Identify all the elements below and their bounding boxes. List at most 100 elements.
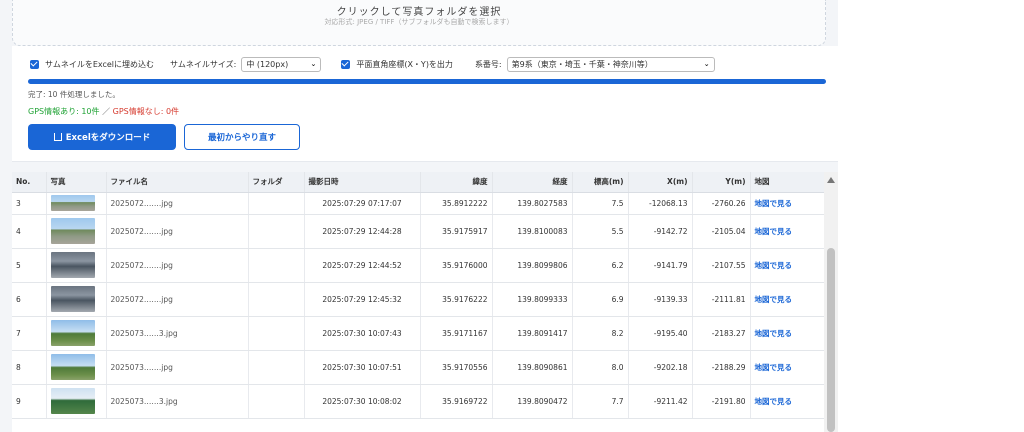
cell-x: -9142.72	[628, 214, 693, 249]
header-y[interactable]: Y(m)	[692, 172, 751, 193]
folder-drop-zone[interactable]: クリックして写真フォルダを選択 対応形式: JPEG / TIFF（サブフォルダ…	[12, 0, 826, 46]
photo-thumbnail[interactable]	[50, 195, 95, 211]
download-excel-button[interactable]: Excelをダウンロード	[28, 124, 176, 150]
cell-no: 4	[12, 214, 47, 249]
cell-no: 7	[12, 316, 47, 351]
cell-altitude: 5.5	[572, 214, 629, 249]
cell-date: 2025:07:30 10:08:02	[304, 384, 421, 419]
cell-y: -2760.26	[692, 192, 751, 215]
cell-x: -9202.18	[628, 350, 693, 385]
chevron-down-icon: ⌄	[703, 60, 710, 68]
cell-filename: 2025073……3.jpg	[106, 384, 249, 419]
cell-folder	[248, 282, 305, 317]
system-number-value: 第9系（東京・埼玉・千葉・神奈川等）	[511, 59, 653, 69]
cell-latitude: 35.9176000	[420, 248, 493, 283]
cell-y: -2107.55	[692, 248, 751, 283]
drop-zone-title: クリックして写真フォルダを選択	[336, 7, 502, 18]
photo-thumbnail[interactable]	[50, 286, 95, 312]
header-map[interactable]: 地図	[750, 172, 824, 193]
cell-date: 2025:07:30 10:07:43	[304, 316, 421, 351]
cell-x: -9141.79	[628, 248, 693, 283]
map-link[interactable]: 地図で見る	[750, 192, 824, 215]
results-table: No. 写真 ファイル名 フォルダ 撮影日時 緯度 経度 標高(m) X(m) …	[12, 172, 824, 419]
cell-folder	[248, 384, 305, 419]
cell-y: -2111.81	[692, 282, 751, 317]
thumbnail-size-select[interactable]: 中 (120px) ⌄	[241, 56, 322, 72]
cell-altitude: 6.2	[572, 248, 629, 283]
cell-photo	[46, 350, 107, 385]
embed-thumbnail-label: サムネイルをExcelに埋め込む	[45, 59, 155, 69]
header-x[interactable]: X(m)	[628, 172, 693, 193]
cell-filename: 2025072…….jpg	[106, 282, 249, 317]
scroll-up-arrow-icon[interactable]	[827, 177, 835, 183]
cell-filename: 2025072…….jpg	[106, 248, 249, 283]
cell-photo	[46, 214, 107, 249]
completion-message: 完了: 10 件処理しました。	[28, 90, 120, 99]
options-panel: サムネイルをExcelに埋め込む サムネイルサイズ: 中 (120px) ⌄ 平…	[12, 46, 838, 162]
photo-thumbnail[interactable]	[50, 218, 95, 244]
cell-longitude: 139.8099333	[492, 282, 573, 317]
cell-longitude: 139.8090861	[492, 350, 573, 385]
cell-altitude: 7.5	[572, 192, 629, 215]
cell-no: 5	[12, 248, 47, 283]
cell-latitude: 35.9176222	[420, 282, 493, 317]
cell-altitude: 6.9	[572, 282, 629, 317]
cell-longitude: 139.8091417	[492, 316, 573, 351]
scrollbar-thumb[interactable]	[827, 248, 835, 432]
table-row: 7 2025073……3.jpg 2025:07:30 10:07:43 35.…	[12, 316, 824, 351]
table-scrollbar[interactable]	[824, 172, 838, 432]
table-row: 6 2025072…….jpg 2025:07:29 12:45:32 35.9…	[12, 282, 824, 317]
header-date[interactable]: 撮影日時	[304, 172, 421, 193]
cell-y: -2191.80	[692, 384, 751, 419]
cell-filename: 2025072…….jpg	[106, 214, 249, 249]
cell-date: 2025:07:30 10:07:51	[304, 350, 421, 385]
header-altitude[interactable]: 標高(m)	[572, 172, 629, 193]
cell-date: 2025:07:29 12:45:32	[304, 282, 421, 317]
header-filename[interactable]: ファイル名	[106, 172, 249, 193]
gps-separator: ／	[99, 107, 113, 116]
cell-y: -2105.04	[692, 214, 751, 249]
system-number-select[interactable]: 第9系（東京・埼玉・千葉・神奈川等） ⌄	[506, 56, 715, 72]
header-longitude[interactable]: 経度	[492, 172, 573, 193]
header-no[interactable]: No.	[12, 172, 47, 193]
map-link[interactable]: 地図で見る	[750, 214, 824, 249]
photo-thumbnail[interactable]	[50, 354, 95, 380]
plane-coords-checkbox[interactable]	[341, 59, 351, 69]
cell-altitude: 8.2	[572, 316, 629, 351]
cell-longitude: 139.8090472	[492, 384, 573, 419]
cell-photo	[46, 316, 107, 351]
results-table-container: No. 写真 ファイル名 フォルダ 撮影日時 緯度 経度 標高(m) X(m) …	[12, 172, 824, 432]
photo-thumbnail[interactable]	[50, 388, 95, 414]
photo-thumbnail[interactable]	[50, 320, 95, 346]
progress-bar	[28, 79, 826, 84]
gps-summary: GPS情報あり: 10件 ／ GPS情報なし: 0件	[28, 106, 179, 117]
plane-coords-label: 平面直角座標(X・Y)を出力	[356, 59, 453, 69]
header-photo[interactable]: 写真	[46, 172, 107, 193]
header-folder[interactable]: フォルダ	[248, 172, 305, 193]
map-link[interactable]: 地図で見る	[750, 384, 824, 419]
cell-folder	[248, 248, 305, 283]
cell-folder	[248, 316, 305, 351]
header-latitude[interactable]: 緯度	[420, 172, 493, 193]
map-link[interactable]: 地図で見る	[750, 350, 824, 385]
table-row: 5 2025072…….jpg 2025:07:29 12:44:52 35.9…	[12, 248, 824, 283]
map-link[interactable]: 地図で見る	[750, 316, 824, 351]
cell-latitude: 35.9170556	[420, 350, 493, 385]
cell-altitude: 7.7	[572, 384, 629, 419]
map-link[interactable]: 地図で見る	[750, 248, 824, 283]
drop-zone-subtitle: 対応形式: JPEG / TIFF（サブフォルダも自動で検索します）	[324, 18, 514, 26]
cell-y: -2183.27	[692, 316, 751, 351]
photo-thumbnail[interactable]	[50, 252, 95, 278]
cell-photo	[46, 384, 107, 419]
cell-latitude: 35.9175917	[420, 214, 493, 249]
table-row: 4 2025072…….jpg 2025:07:29 12:44:28 35.9…	[12, 214, 824, 249]
map-link[interactable]: 地図で見る	[750, 282, 824, 317]
cell-x: -9195.40	[628, 316, 693, 351]
restart-label: 最初からやり直す	[207, 133, 276, 143]
options-row: サムネイルをExcelに埋め込む サムネイルサイズ: 中 (120px) ⌄ 平…	[30, 56, 715, 72]
cell-y: -2188.29	[692, 350, 751, 385]
cell-x: -12068.13	[628, 192, 693, 215]
cell-longitude: 139.8099806	[492, 248, 573, 283]
embed-thumbnail-checkbox[interactable]	[30, 59, 39, 69]
restart-button[interactable]: 最初からやり直す	[184, 124, 300, 150]
